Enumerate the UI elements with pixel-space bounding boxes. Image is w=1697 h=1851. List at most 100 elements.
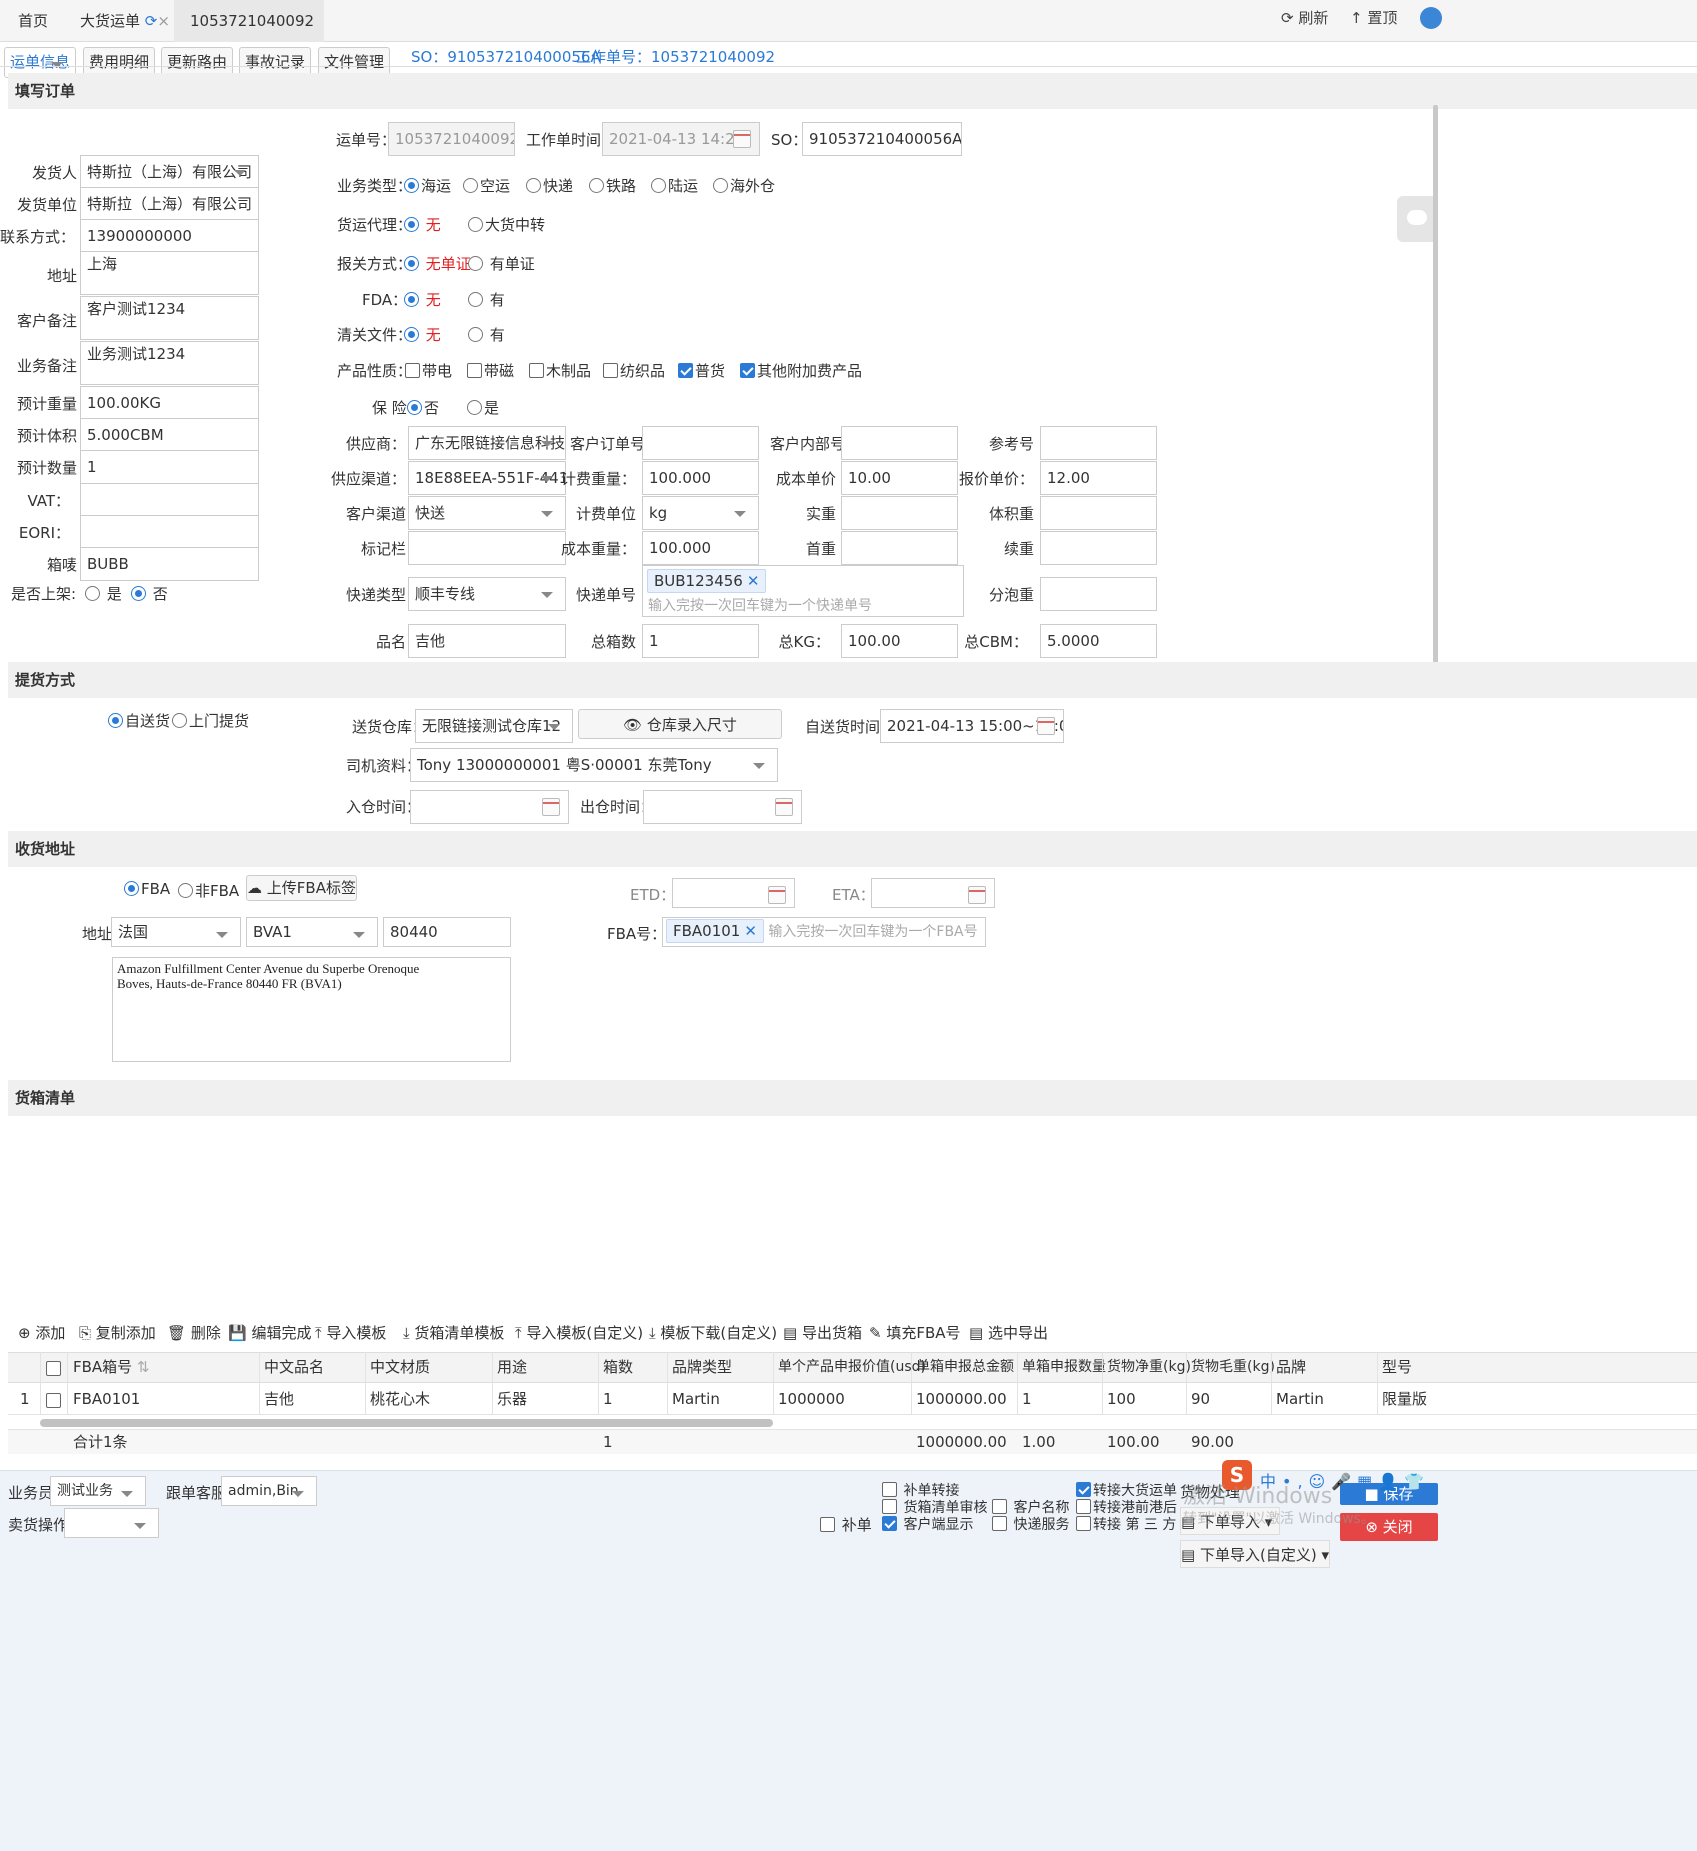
order-import-custom-button[interactable]: ▤ 下单导入(自定义) ▾	[1180, 1540, 1330, 1568]
import-custom-button[interactable]: ⤒ 导入模板(自定义)	[515, 1322, 643, 1343]
nature-wood-check[interactable]: 木制品	[529, 360, 591, 381]
insurance-yes-radio[interactable]: 是	[467, 397, 499, 418]
fba-no-tag-input[interactable]: FBA0101 ✕ 输入完按一次回车键为一个FBA号	[662, 917, 986, 947]
biz-express-radio[interactable]: 快递	[526, 175, 573, 196]
cell-boxes[interactable]: 1	[603, 1384, 613, 1414]
exp-type-select[interactable]: 顺丰专线	[408, 577, 566, 611]
fba-radio[interactable]: FBA	[124, 880, 170, 898]
cust-inner-field[interactable]	[841, 426, 958, 460]
refresh-button[interactable]: ⟳ 刷新	[1281, 0, 1328, 36]
vat-field[interactable]	[80, 483, 259, 517]
etd-field[interactable]	[672, 878, 795, 908]
biz-land-radio[interactable]: 陆运	[651, 175, 698, 196]
biz-sea-radio[interactable]: 海运	[404, 175, 451, 196]
cell-fba-box[interactable]: FBA0101	[73, 1384, 140, 1414]
fda-none-radio[interactable]: 无	[404, 289, 441, 310]
chat-float-button[interactable]	[1397, 196, 1438, 242]
shipper-unit-field[interactable]: 特斯拉（上海）有限公司	[80, 187, 259, 221]
cell-model[interactable]: 限量版	[1382, 1384, 1427, 1414]
add-button[interactable]: ⊕ 添加	[18, 1322, 65, 1343]
biz-rail-radio[interactable]: 铁路	[589, 175, 636, 196]
sales-select[interactable]: 测试业务	[50, 1476, 146, 1506]
charge-weight-field[interactable]: 100.000	[642, 461, 759, 495]
download-custom-button[interactable]: ⤓ 模板下载(自定义)	[649, 1322, 777, 1343]
sell-select[interactable]	[64, 1508, 159, 1538]
agent-none-radio[interactable]: 无	[404, 214, 441, 235]
total-boxes-field[interactable]: 1	[642, 624, 759, 658]
export-boxes-button[interactable]: ▤ 导出货箱	[783, 1322, 862, 1343]
cust-channel-select[interactable]: 快送	[408, 496, 566, 530]
non-fba-radio[interactable]: 非FBA	[178, 880, 239, 901]
page-scrollbar[interactable]	[1433, 105, 1438, 665]
cost-price-field[interactable]: 10.00	[841, 461, 958, 495]
country-select[interactable]: 法国	[111, 917, 241, 947]
contact-field[interactable]: 13900000000	[80, 219, 259, 253]
user-avatar[interactable]	[1420, 7, 1442, 29]
cell-material[interactable]: 桃花心木	[370, 1384, 430, 1414]
pin-button[interactable]: ↑ 置顶	[1350, 0, 1397, 36]
remove-tag-icon[interactable]: ✕	[747, 572, 760, 590]
row-checkbox[interactable]	[46, 1392, 63, 1410]
tab-cargo-waybill[interactable]: 大货运单 ⟳×	[80, 0, 170, 42]
cell-brand[interactable]: Martin	[1276, 1384, 1324, 1414]
cost-weight-field[interactable]: 100.000	[642, 531, 759, 565]
first-weight-field[interactable]	[841, 531, 958, 565]
nature-magnet-check[interactable]: 带磁	[467, 360, 514, 381]
calendar-icon[interactable]	[775, 798, 793, 816]
driver-select[interactable]: Tony 13000000001 粤S·00001 东莞Tony	[410, 748, 778, 782]
door-pickup-radio[interactable]: 上门提货	[172, 710, 249, 731]
biz-note-field[interactable]: 业务测试1234	[80, 341, 259, 385]
in-time-field[interactable]	[410, 790, 569, 824]
cell-usage[interactable]: 乐器	[497, 1384, 527, 1414]
exp-no-tag[interactable]: BUB123456 ✕	[647, 569, 767, 593]
est-volume-field[interactable]: 5.000CBM	[80, 418, 259, 452]
calendar-icon[interactable]	[542, 798, 560, 816]
col-fba-box[interactable]: FBA箱号 ⇅	[73, 1352, 150, 1382]
refresh-icon[interactable]: ⟳	[145, 12, 158, 30]
est-weight-field[interactable]: 100.00KG	[80, 386, 259, 420]
express-service-check[interactable]: 快递服务	[992, 1514, 1069, 1534]
select-all-checkbox[interactable]	[46, 1360, 63, 1378]
fba-warehouse-select[interactable]: BVA1	[246, 917, 378, 947]
est-qty-field[interactable]: 1	[80, 450, 259, 484]
delete-button[interactable]: 🗑 删除	[167, 1322, 221, 1343]
cell-brand-type[interactable]: Martin	[672, 1384, 720, 1414]
ref-field[interactable]	[1040, 426, 1157, 460]
biz-overseas-radio[interactable]: 海外仓	[713, 175, 775, 196]
transfer-third-check[interactable]: 转接 第 三 方	[1076, 1514, 1176, 1534]
customs-has-radio[interactable]: 有单证	[468, 253, 535, 274]
full-address-textarea[interactable]: Amazon Fulfillment Center Avenue du Supe…	[112, 957, 511, 1062]
clear-none-radio[interactable]: 无	[404, 324, 441, 345]
nature-textile-check[interactable]: 纺织品	[603, 360, 665, 381]
tab-order[interactable]: 1053721040092 ⟳×	[174, 0, 324, 72]
zip-field[interactable]: 80440	[383, 917, 511, 947]
total-cbm-field[interactable]: 5.0000	[1040, 624, 1157, 658]
customs-none-radio[interactable]: 无单证	[404, 253, 471, 274]
cell-net-weight[interactable]: 100	[1107, 1384, 1136, 1414]
copy-add-button[interactable]: ⎘ 复制添加	[79, 1322, 156, 1343]
nature-other-check[interactable]: 其他附加费产品	[740, 360, 862, 381]
close-icon[interactable]: ×	[157, 12, 170, 30]
supply-channel-select[interactable]: 18E88EEA-551F-441	[408, 461, 566, 495]
cell-unit-value[interactable]: 1000000	[778, 1384, 845, 1414]
import-template-button[interactable]: ⤒ 导入模板	[315, 1322, 386, 1343]
supplement-check[interactable]: 补单	[820, 1514, 872, 1535]
mark-col-field[interactable]	[408, 531, 566, 565]
tab-home[interactable]: 首页	[18, 0, 48, 42]
cell-cn-name[interactable]: 吉他	[264, 1384, 294, 1414]
biz-air-radio[interactable]: 空运	[463, 175, 510, 196]
box-list-template-button[interactable]: ⤓ 货箱清单模板	[403, 1322, 504, 1343]
charge-unit-select[interactable]: kg	[642, 496, 759, 530]
shelf-yes-radio[interactable]: 是	[85, 583, 122, 604]
quote-price-field[interactable]: 12.00	[1040, 461, 1157, 495]
warehouse-size-button[interactable]: 👁 仓库录入尺寸	[578, 709, 782, 739]
cs-select[interactable]: admin,Bin	[221, 1476, 317, 1506]
so-field[interactable]: 910537210400056A	[802, 122, 962, 156]
nature-battery-check[interactable]: 带电	[405, 360, 452, 381]
client-display-check[interactable]: 客户端显示	[882, 1514, 973, 1534]
insurance-no-radio[interactable]: 否	[407, 397, 439, 418]
sort-icon[interactable]: ⇅	[137, 1358, 150, 1376]
cell-box-total[interactable]: 1000000.00	[916, 1384, 1007, 1414]
cust-order-field[interactable]	[642, 426, 759, 460]
edit-done-button[interactable]: 💾 编辑完成	[228, 1322, 311, 1343]
